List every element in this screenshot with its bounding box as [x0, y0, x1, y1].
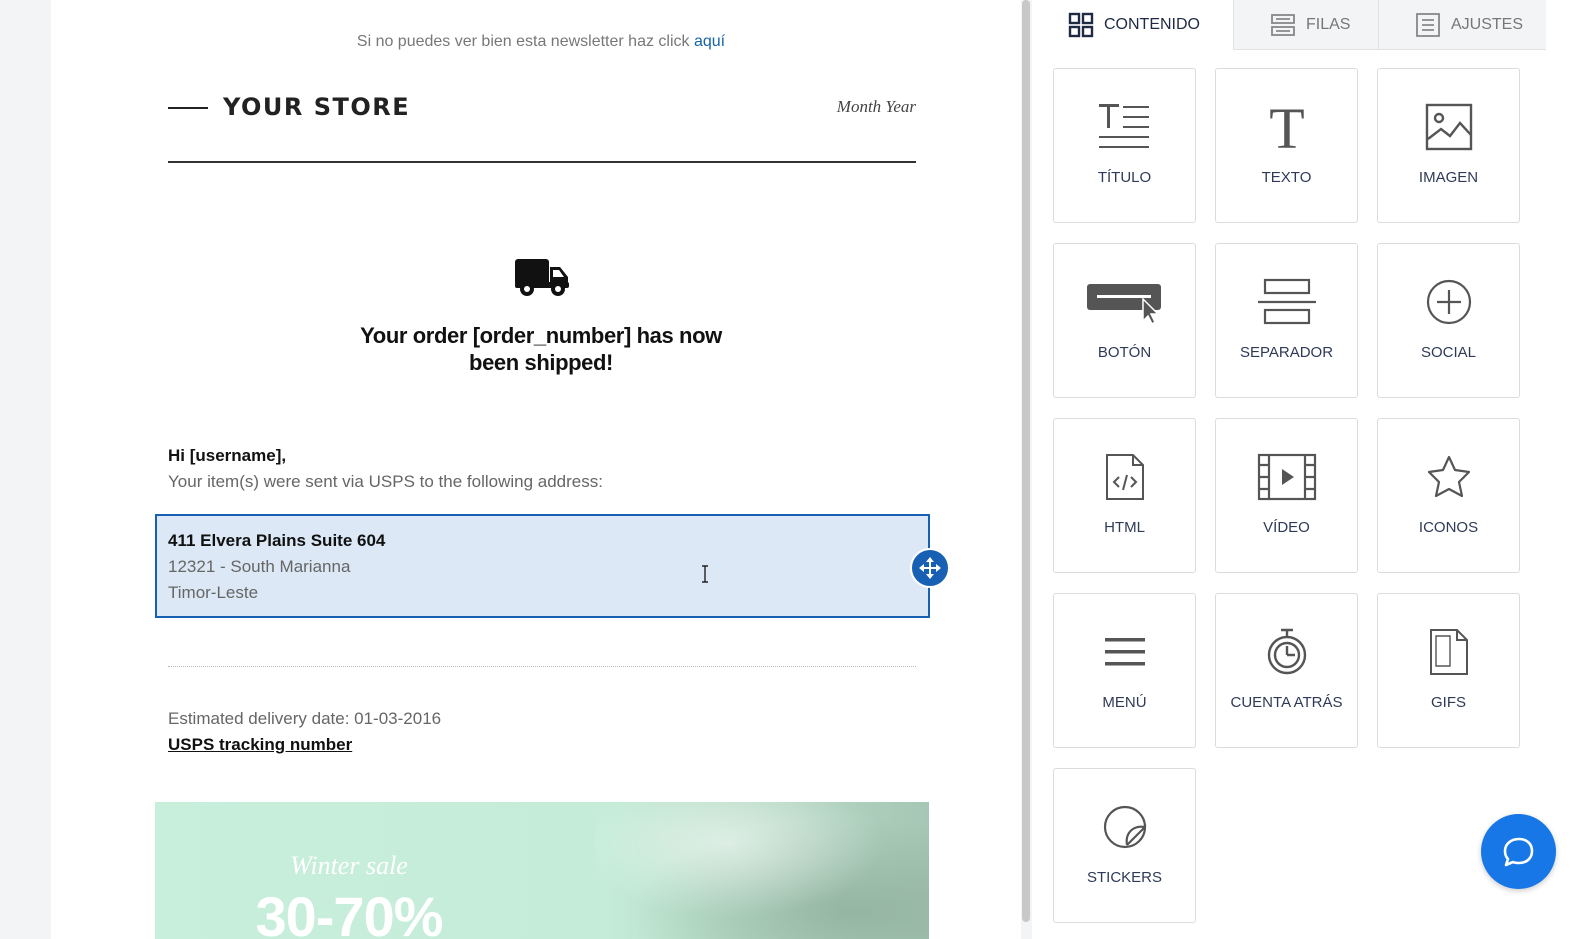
selected-address-block[interactable]: 411 Elvera Plains Suite 604 12321 - Sout… — [155, 514, 950, 618]
block-video[interactable]: VÍDEO — [1215, 418, 1358, 573]
winter-sale-banner[interactable]: Winter sale 30-70% — [155, 802, 929, 939]
block-label: STICKERS — [1086, 869, 1162, 886]
address-line-1[interactable]: 411 Elvera Plains Suite 604 — [168, 531, 385, 551]
block-label: MENÚ — [1102, 694, 1147, 711]
store-dash-divider — [168, 107, 208, 109]
html-file-icon — [1054, 447, 1195, 507]
delivery-date-text[interactable]: Estimated delivery date: 01-03-2016 — [168, 709, 441, 729]
address-line-2[interactable]: 12321 - South Marianna — [168, 557, 350, 577]
block-label: BOTÓN — [1097, 344, 1152, 361]
truck-icon[interactable] — [513, 256, 571, 298]
block-social[interactable]: SOCIAL — [1377, 243, 1520, 398]
content-panel: CONTENIDO FILAS AJUSTES TÍTULO T TEXTO I… — [1032, 0, 1572, 939]
view-online-text: Si no puedes ver bien esta newsletter ha… — [356, 33, 690, 50]
scrollbar-thumb[interactable] — [1022, 0, 1030, 922]
block-cuenta-atras[interactable]: CUENTA ATRÁS — [1215, 593, 1358, 748]
canvas-scrollbar[interactable] — [1021, 0, 1032, 939]
email-canvas: Si no puedes ver bien esta newsletter ha… — [51, 0, 1021, 939]
block-html[interactable]: HTML — [1053, 418, 1196, 573]
store-name[interactable]: YOUR STORE — [223, 93, 410, 121]
block-boton[interactable]: BOTÓN — [1053, 243, 1196, 398]
tab-ajustes[interactable]: AJUSTES — [1378, 0, 1546, 50]
block-texto[interactable]: T TEXTO — [1215, 68, 1358, 223]
shipped-headline[interactable]: Your order [order_number] has now been s… — [341, 322, 741, 376]
block-label: SOCIAL — [1420, 344, 1477, 361]
divider-icon — [1216, 272, 1357, 332]
block-label: VÍDEO — [1263, 519, 1310, 536]
text-cursor-icon — [702, 565, 708, 583]
sticker-icon — [1054, 797, 1195, 857]
dotted-divider — [168, 666, 916, 667]
button-icon — [1054, 272, 1195, 332]
rows-icon — [1270, 12, 1296, 38]
social-plus-icon — [1378, 272, 1519, 332]
text-icon: T — [1216, 97, 1357, 157]
block-stickers[interactable]: STICKERS — [1053, 768, 1196, 923]
menu-icon — [1054, 622, 1195, 682]
image-icon — [1378, 97, 1519, 157]
move-arrows-icon — [919, 557, 941, 579]
svg-text:T: T — [1269, 102, 1304, 152]
gif-file-icon — [1378, 622, 1519, 682]
block-separador[interactable]: SEPARADOR — [1215, 243, 1358, 398]
banner-subtitle: Winter sale — [290, 851, 408, 880]
banner-photo — [595, 802, 929, 939]
title-icon — [1054, 97, 1195, 157]
view-online-link[interactable]: aquí — [694, 33, 725, 50]
move-handle-button[interactable] — [910, 548, 950, 588]
grid-icon — [1068, 12, 1094, 38]
month-year[interactable]: Month Year — [837, 97, 916, 117]
header-divider — [168, 161, 916, 163]
block-label: TEXTO — [1261, 169, 1312, 186]
tab-label: CONTENIDO — [1104, 16, 1200, 33]
block-label: SEPARADOR — [1239, 344, 1334, 361]
block-imagen[interactable]: IMAGEN — [1377, 68, 1520, 223]
block-menu[interactable]: MENÚ — [1053, 593, 1196, 748]
banner-headline: 30-70% — [255, 885, 443, 939]
video-icon — [1216, 447, 1357, 507]
chat-support-button[interactable] — [1481, 814, 1556, 889]
block-iconos[interactable]: ICONOS — [1377, 418, 1520, 573]
star-icon — [1378, 447, 1519, 507]
block-label: TÍTULO — [1097, 169, 1152, 186]
view-online-line: Si no puedes ver bien esta newsletter ha… — [51, 33, 1031, 51]
block-label: GIFS — [1430, 694, 1466, 711]
block-label: IMAGEN — [1418, 169, 1479, 186]
tab-label: AJUSTES — [1451, 15, 1524, 33]
block-label: HTML — [1104, 519, 1145, 536]
block-label: ICONOS — [1418, 519, 1479, 536]
tracking-link[interactable]: USPS tracking number — [168, 735, 352, 755]
stopwatch-icon — [1216, 622, 1357, 682]
sent-via-text[interactable]: Your item(s) were sent via USPS to the f… — [168, 472, 603, 492]
settings-list-icon — [1415, 12, 1441, 38]
greeting-text[interactable]: Hi [username], — [168, 446, 286, 466]
address-line-3[interactable]: Timor-Leste — [168, 583, 258, 603]
panel-tabs: CONTENIDO FILAS AJUSTES — [1032, 0, 1546, 50]
block-titulo[interactable]: TÍTULO — [1053, 68, 1196, 223]
tab-filas[interactable]: FILAS — [1233, 0, 1378, 50]
tab-contenido[interactable]: CONTENIDO — [1032, 0, 1233, 50]
tab-label: FILAS — [1306, 15, 1351, 33]
block-gifs[interactable]: GIFS — [1377, 593, 1520, 748]
block-label: CUENTA ATRÁS — [1230, 694, 1343, 711]
chat-bubble-icon — [1503, 837, 1533, 866]
